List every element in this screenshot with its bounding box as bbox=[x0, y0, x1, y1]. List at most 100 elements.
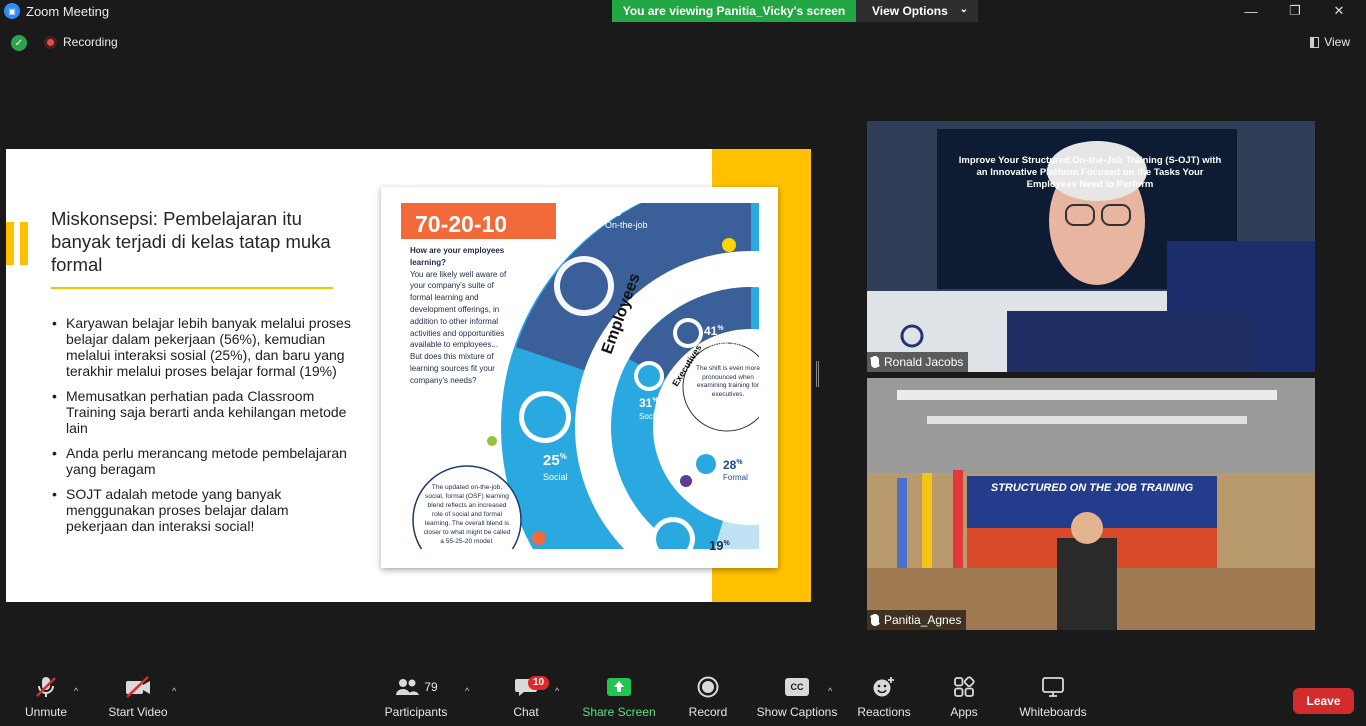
record-icon bbox=[697, 672, 719, 702]
background-banner-text: STRUCTURED ON THE JOB TRAINING bbox=[990, 482, 1194, 494]
emp-social-pct: % bbox=[560, 452, 567, 461]
video-tile-ronald-jacobs[interactable]: Improve Your Structured On-the-Job Train… bbox=[867, 121, 1315, 372]
emp-onjob-number: 56 bbox=[605, 203, 622, 220]
security-shield-icon[interactable]: ✓ bbox=[11, 35, 27, 51]
exec-formal-number: 28 bbox=[723, 458, 737, 472]
exec-social-number: 31 bbox=[639, 396, 653, 410]
record-label: Record bbox=[688, 705, 728, 719]
smiley-plus-icon bbox=[872, 672, 896, 702]
chat-unread-badge: 10 bbox=[528, 676, 550, 690]
zoom-logo-icon: ▣ bbox=[4, 3, 20, 19]
slide-accent-bars bbox=[6, 222, 28, 265]
window-title: Zoom Meeting bbox=[26, 3, 110, 19]
infographic-70-20-10: 70-20-10 How are your employees learning… bbox=[381, 187, 778, 568]
slide-title: Miskonsepsi: Pembelajaran itu banyak ter… bbox=[51, 208, 331, 275]
exec-social-pct: % bbox=[652, 397, 659, 404]
cc-glyph: CC bbox=[785, 678, 809, 696]
exec-onjob-pct: % bbox=[717, 325, 724, 332]
start-video-button[interactable]: Start Video bbox=[104, 672, 172, 726]
participant-name-tag: Panitia_Agnes bbox=[867, 610, 967, 630]
chat-options-caret[interactable]: ^ bbox=[555, 686, 559, 696]
apps-button[interactable]: Apps bbox=[944, 672, 984, 726]
exec-onjob-label: On-the-job bbox=[704, 340, 742, 349]
participants-button[interactable]: 79 Participants bbox=[383, 672, 449, 726]
closed-captions-icon: CC bbox=[785, 672, 809, 702]
chat-button[interactable]: 10 Chat bbox=[506, 672, 550, 726]
infographic-heading: 70-20-10 bbox=[415, 211, 507, 237]
exec-social-label: Social bbox=[639, 412, 661, 421]
infographic-body: You are likely well aware of your compan… bbox=[410, 269, 507, 385]
leave-meeting-button[interactable]: Leave bbox=[1293, 688, 1354, 714]
emp-formal-pct: % bbox=[723, 540, 730, 547]
exec-formal-pct: % bbox=[736, 459, 743, 466]
view-options-label: View Options bbox=[872, 4, 948, 18]
emp-onjob-pct: % bbox=[622, 203, 629, 212]
shirt-shape bbox=[1007, 311, 1257, 372]
video-tile-panitia-agnes[interactable]: STRUCTURED ON THE JOB TRAINING Panitia_A… bbox=[867, 378, 1315, 630]
record-button[interactable]: Record bbox=[686, 672, 730, 726]
emp-onjob-label: On-the-job bbox=[605, 220, 648, 230]
view-label: View bbox=[1324, 35, 1350, 49]
infographic-svg: 70-20-10 How are your employees learning… bbox=[401, 203, 760, 553]
participants-options-caret[interactable]: ^ bbox=[465, 686, 469, 696]
start-video-label: Start Video bbox=[108, 705, 168, 719]
view-layout-icon bbox=[1310, 36, 1320, 48]
view-options-button[interactable]: View Options ⌄ bbox=[856, 0, 978, 22]
recording-dot-icon bbox=[44, 35, 57, 49]
slide-bullet: SOJT adalah metode yang banyak menggunak… bbox=[51, 486, 351, 534]
speaker-head bbox=[1071, 512, 1103, 544]
participants-icon: 79 bbox=[394, 672, 438, 702]
participant-name: Panitia_Agnes bbox=[884, 613, 962, 627]
video-feed-agnes bbox=[867, 378, 1315, 630]
recording-indicator[interactable]: Recording bbox=[44, 35, 118, 49]
chat-bubble-icon: 10 bbox=[514, 672, 550, 702]
apps-label: Apps bbox=[950, 705, 978, 719]
ceiling-light bbox=[897, 390, 1277, 400]
participants-count: 79 bbox=[424, 680, 438, 694]
emp-social-number: 25 bbox=[543, 452, 560, 469]
emp-social-label: Social bbox=[543, 472, 568, 482]
participant-name-tag: Ronald Jacobs bbox=[867, 352, 969, 372]
reactions-label: Reactions bbox=[857, 705, 911, 719]
slide-title-rule bbox=[51, 287, 333, 289]
meeting-toolbar: Unmute ^ Start Video ^ 79 Participants ^… bbox=[0, 672, 1366, 726]
minimize-button[interactable]: — bbox=[1228, 0, 1274, 22]
exec-formal-label: Formal bbox=[723, 473, 748, 482]
infographic-question-block: How are your employees learning? You are… bbox=[410, 246, 507, 385]
exec-onjob-number: 41 bbox=[704, 324, 718, 338]
view-button[interactable]: View bbox=[1310, 35, 1350, 49]
mic-muted-icon bbox=[871, 356, 879, 368]
captions-options-caret[interactable]: ^ bbox=[828, 686, 832, 696]
exec-note: The shift is even more pronounced when e… bbox=[696, 365, 760, 398]
emp-formal-number: 19 bbox=[709, 538, 723, 553]
unmute-button[interactable]: Unmute bbox=[14, 672, 78, 726]
video-camera-off-icon bbox=[124, 672, 152, 702]
show-captions-label: Show Captions bbox=[756, 705, 838, 719]
emp-formal-value: 19% bbox=[709, 538, 730, 553]
chevron-down-icon: ⌄ bbox=[959, 4, 968, 15]
whiteboards-label: Whiteboards bbox=[1019, 705, 1087, 719]
infographic-note-block: The updated on-the-job, social, formal (… bbox=[423, 484, 511, 545]
panel-resize-handle[interactable] bbox=[816, 361, 819, 387]
orange-dot bbox=[532, 531, 546, 545]
speaker-body bbox=[1057, 538, 1117, 630]
mic-muted-icon bbox=[871, 614, 879, 626]
audio-options-caret[interactable]: ^ bbox=[74, 686, 78, 696]
video-options-caret[interactable]: ^ bbox=[172, 686, 176, 696]
close-window-button[interactable]: ✕ bbox=[1316, 0, 1362, 22]
reactions-button[interactable]: Reactions bbox=[856, 672, 912, 726]
show-captions-button[interactable]: CC Show Captions bbox=[756, 672, 838, 726]
share-screen-icon bbox=[606, 672, 632, 702]
slide-bullet: Anda perlu merancang metode pembelajaran… bbox=[51, 445, 351, 477]
share-screen-label: Share Screen bbox=[582, 705, 656, 719]
slide-bullet-list: Karyawan belajar lebih banyak melalui pr… bbox=[51, 315, 351, 543]
viewing-screen-banner: You are viewing Panitia_Vicky's screen bbox=[612, 0, 856, 22]
whiteboards-button[interactable]: Whiteboards bbox=[1016, 672, 1090, 726]
whiteboard-icon bbox=[1041, 672, 1065, 702]
share-screen-button[interactable]: Share Screen bbox=[582, 672, 656, 726]
meeting-info-strip: ✓ Recording View bbox=[0, 30, 1366, 56]
infographic-note: The updated on-the-job, social, formal (… bbox=[423, 484, 511, 545]
participant-name: Ronald Jacobs bbox=[884, 355, 964, 369]
exec-note-block: The shift is even more pronounced when e… bbox=[696, 365, 760, 398]
maximize-button[interactable]: ❐ bbox=[1272, 0, 1318, 22]
